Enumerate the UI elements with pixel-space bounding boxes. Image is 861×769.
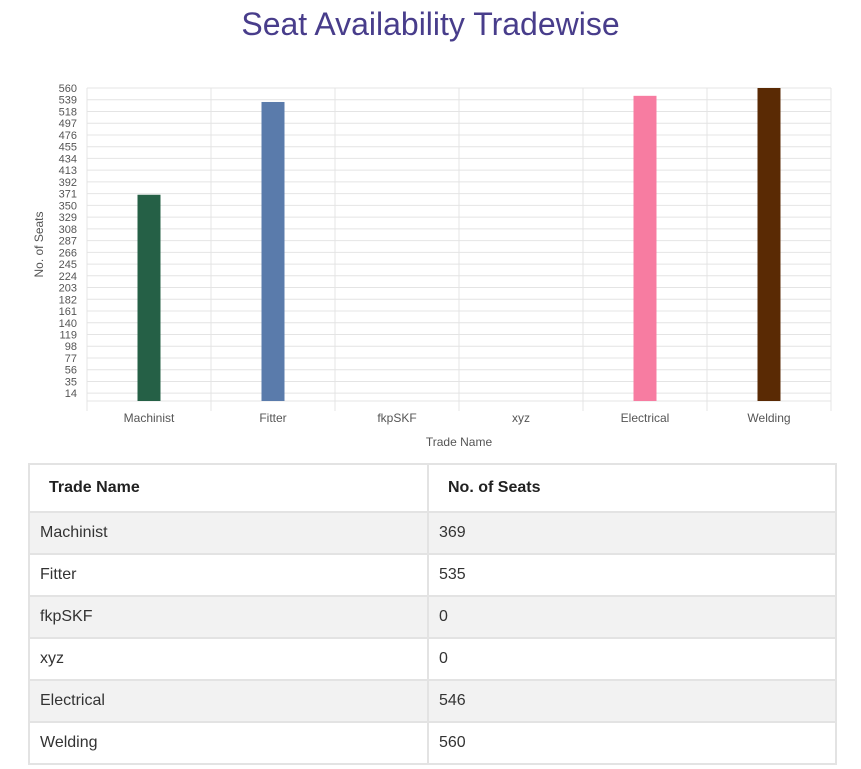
trade-name-cell: Fitter [28, 553, 429, 597]
y-tick-label: 140 [59, 318, 77, 330]
y-tick-label: 266 [59, 247, 77, 259]
y-tick-label: 35 [65, 376, 77, 388]
bar-fitter [261, 101, 285, 402]
y-tick-label: 539 [59, 95, 77, 107]
y-tick-label: 77 [65, 353, 77, 365]
y-tick-label: 245 [59, 259, 77, 271]
seats-cell: 0 [427, 637, 837, 681]
y-tick-label: 455 [59, 142, 77, 154]
y-tick-label: 182 [59, 294, 77, 306]
seats-cell: 560 [427, 721, 837, 765]
table-row: Machinist 369 [28, 511, 837, 555]
table-row: Electrical 546 [28, 679, 837, 723]
seats-cell: 369 [427, 511, 837, 555]
y-tick-label: 224 [59, 271, 77, 283]
seat-table: Trade Name No. of Seats Machinist 369 Fi… [28, 463, 837, 765]
trade-name-cell: Electrical [28, 679, 429, 723]
x-tick-label: Welding [747, 411, 790, 425]
y-tick-label: 14 [65, 388, 77, 400]
x-tick-label: Fitter [259, 411, 286, 425]
y-tick-label: 413 [59, 165, 77, 177]
y-tick-label: 119 [59, 329, 77, 341]
table-row: xyz 0 [28, 637, 837, 681]
y-tick-label: 98 [65, 341, 77, 353]
y-tick-label: 287 [59, 236, 77, 248]
x-axis-label: Trade Name [426, 435, 493, 449]
y-tick-label: 329 [59, 212, 77, 224]
y-tick-label: 497 [59, 118, 77, 130]
y-tick-label: 518 [59, 106, 77, 118]
header-no-of-seats: No. of Seats [427, 463, 837, 513]
y-tick-label: 203 [59, 283, 77, 295]
table-header-row: Trade Name No. of Seats [28, 463, 837, 513]
x-tick-label: xyz [512, 411, 530, 425]
trade-name-cell: Welding [28, 721, 429, 765]
y-tick-label: 371 [59, 189, 77, 201]
table-row: fkpSKF 0 [28, 595, 837, 639]
bar-electrical [633, 95, 657, 401]
table-row: Welding 560 [28, 721, 837, 765]
bar-machinist [137, 194, 161, 401]
table-row: Fitter 535 [28, 553, 837, 597]
x-tick-label: Machinist [124, 411, 175, 425]
y-tick-label: 308 [59, 224, 77, 236]
chart-grid [86, 87, 832, 411]
seat-availability-bar-chart: 1435567798119140161182203224245266287308… [32, 83, 832, 449]
y-axis-label: No. of Seats [32, 211, 46, 277]
seats-cell: 535 [427, 553, 837, 597]
header-trade-name: Trade Name [28, 463, 429, 513]
page-title: Seat Availability Tradewise [241, 6, 620, 42]
bar-welding [757, 88, 781, 401]
y-tick-label: 560 [59, 83, 77, 95]
y-tick-label: 476 [59, 130, 77, 142]
y-tick-label: 392 [59, 177, 77, 189]
y-tick-label: 161 [59, 306, 77, 318]
trade-name-cell: Machinist [28, 511, 429, 555]
trade-name-cell: fkpSKF [28, 595, 429, 639]
seats-cell: 0 [427, 595, 837, 639]
y-tick-label: 56 [65, 365, 77, 377]
y-axis-ticks: 1435567798119140161182203224245266287308… [59, 83, 77, 400]
y-tick-label: 350 [59, 200, 77, 212]
x-tick-label: Electrical [621, 411, 670, 425]
x-tick-label: fkpSKF [377, 411, 416, 425]
trade-name-cell: xyz [28, 637, 429, 681]
x-axis-ticks: Machinist Fitter fkpSKF xyz Electrical Weldin… [124, 411, 791, 425]
y-tick-label: 434 [59, 153, 77, 165]
seats-cell: 546 [427, 679, 837, 723]
